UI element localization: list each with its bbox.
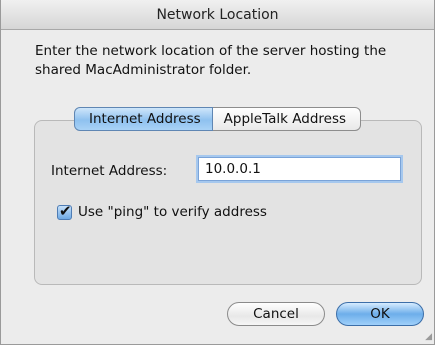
- ping-option[interactable]: ✔ Use "ping" to verify address: [57, 202, 267, 222]
- address-type-tabs: Internet Address AppleTalk Address: [74, 107, 362, 131]
- cancel-button[interactable]: Cancel: [227, 302, 325, 326]
- window-title: Network Location: [1, 0, 434, 30]
- internet-address-label: Internet Address:: [51, 163, 168, 179]
- ok-button[interactable]: OK: [336, 302, 424, 326]
- tab-appletalk-address[interactable]: AppleTalk Address: [212, 107, 362, 131]
- network-location-dialog: Network Location Enter the network locat…: [0, 0, 435, 345]
- resize-grip-icon[interactable]: ◢: [422, 332, 432, 342]
- ping-checkbox-label[interactable]: Use "ping" to verify address: [78, 204, 267, 220]
- checkmark-icon: ✔: [59, 201, 72, 220]
- ping-checkbox[interactable]: ✔: [57, 202, 72, 220]
- dialog-message: Enter the network location of the server…: [35, 43, 387, 78]
- tab-internet-address[interactable]: Internet Address: [74, 107, 213, 131]
- internet-address-field[interactable]: [198, 157, 401, 181]
